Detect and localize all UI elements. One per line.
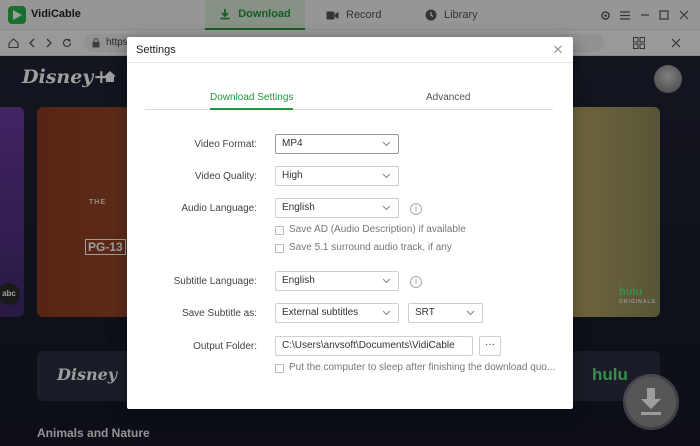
video-quality-label: Video Quality:: [194, 171, 257, 182]
video-format-label: Video Format:: [194, 139, 257, 150]
video-quality-value: High: [282, 170, 303, 181]
audio-info-icon[interactable]: i: [410, 203, 422, 215]
chevron-down-icon: [382, 310, 391, 316]
audio-language-select[interactable]: English: [275, 198, 399, 218]
chevron-down-icon: [382, 173, 391, 179]
save-ad-label: Save AD (Audio Description) if available: [289, 224, 466, 235]
chevron-down-icon: [382, 205, 391, 211]
subtitle-type-value: External subtitles: [282, 307, 359, 318]
sleep-label: Put the computer to sleep after finishin…: [289, 362, 556, 373]
subtitle-type-select[interactable]: External subtitles: [275, 303, 399, 323]
output-folder-label: Output Folder:: [193, 341, 257, 352]
save-subtitle-label: Save Subtitle as:: [181, 308, 257, 319]
video-quality-select[interactable]: High: [275, 166, 399, 186]
audio-language-label: Audio Language:: [181, 203, 257, 214]
chevron-down-icon: [382, 278, 391, 284]
dialog-header: Settings ✕: [127, 37, 573, 63]
chevron-down-icon: [382, 141, 391, 147]
subtitle-info-icon[interactable]: i: [410, 276, 422, 288]
dialog-close-icon[interactable]: ✕: [551, 43, 565, 57]
output-folder-field[interactable]: C:\Users\anvsoft\Documents\VidiCable: [275, 336, 473, 356]
save-51-label: Save 5.1 surround audio track, if any: [289, 242, 452, 253]
tab-advanced[interactable]: Advanced: [426, 92, 470, 110]
save-ad-checkbox[interactable]: [275, 226, 284, 235]
subtitle-format-value: SRT: [415, 307, 435, 318]
subtitle-language-label: Subtitle Language:: [173, 276, 257, 287]
browse-folder-button[interactable]: ···: [479, 336, 501, 356]
video-format-value: MP4: [282, 138, 303, 149]
audio-language-value: English: [282, 202, 315, 213]
chevron-down-icon: [466, 310, 475, 316]
subtitle-language-value: English: [282, 275, 315, 286]
subtitle-language-select[interactable]: English: [275, 271, 399, 291]
save-51-checkbox[interactable]: [275, 244, 284, 253]
dialog-title: Settings: [136, 44, 176, 56]
subtitle-format-select[interactable]: SRT: [408, 303, 483, 323]
video-format-select[interactable]: MP4: [275, 134, 399, 154]
settings-dialog: Settings ✕ Download Settings Advanced Vi…: [127, 37, 573, 409]
sleep-checkbox[interactable]: [275, 364, 284, 373]
settings-tabs: Download Settings Advanced: [145, 92, 553, 110]
tab-download-settings[interactable]: Download Settings: [210, 92, 294, 110]
